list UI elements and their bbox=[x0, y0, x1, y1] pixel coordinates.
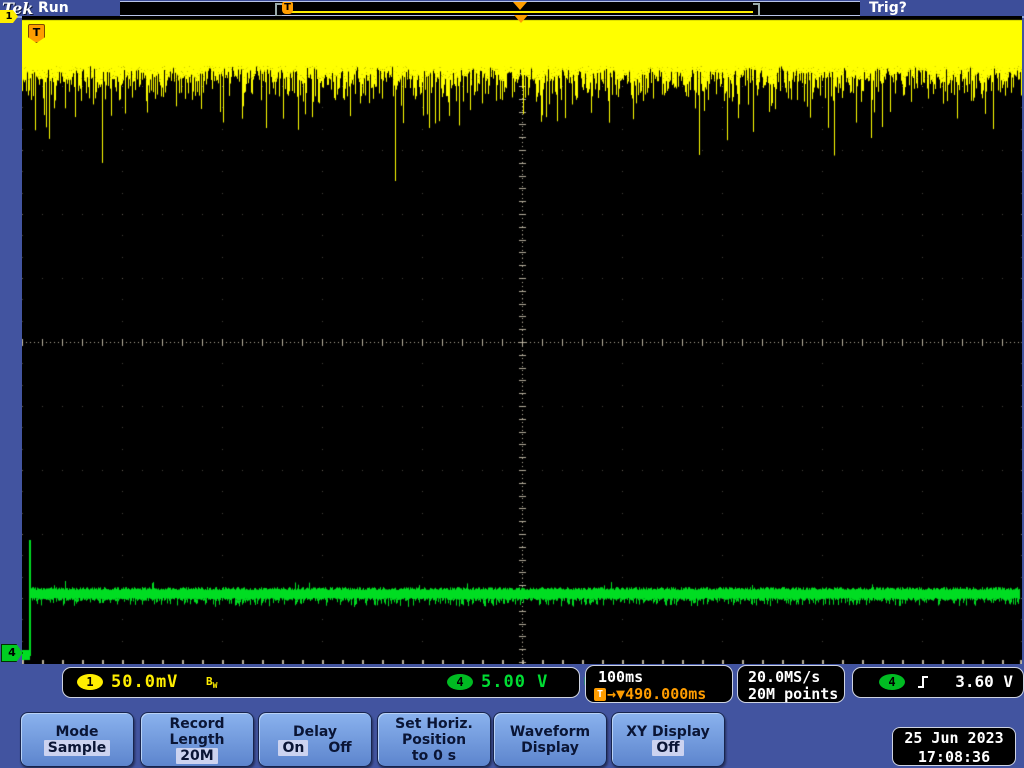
delay-off-option[interactable]: Off bbox=[328, 740, 351, 756]
trigger-source-badge: 4 bbox=[879, 674, 905, 690]
menu-label: Record bbox=[169, 716, 224, 732]
acquisition-readout-box: 20.0MS/s 20M points bbox=[737, 665, 845, 703]
horizontal-delay-readout: T→▼490.000ms bbox=[594, 685, 706, 703]
record-points-readout: 20M points bbox=[748, 685, 838, 703]
trigger-t-marker: T bbox=[282, 2, 293, 14]
date-readout: 25 Jun 2023 bbox=[893, 729, 1015, 748]
trigger-position-icon bbox=[514, 15, 528, 23]
acquisition-status: Run bbox=[38, 0, 69, 16]
menu-value: Off bbox=[652, 740, 683, 756]
menu-value: 20M bbox=[176, 748, 217, 764]
datetime-box: 25 Jun 2023 17:08:36 bbox=[892, 727, 1016, 766]
menu-label: to 0 s bbox=[412, 748, 456, 764]
record-bracket-right bbox=[753, 3, 760, 17]
menu-button-record-length[interactable]: Record Length 20M bbox=[140, 712, 254, 767]
menu-button-delay[interactable]: Delay On Off bbox=[258, 712, 372, 767]
menu-value: Sample bbox=[44, 740, 110, 756]
trigger-status: Trig? bbox=[869, 0, 907, 16]
channel-readout-box: 1 50.0mV BW 4 5.00 V BW bbox=[62, 667, 580, 698]
menu-label: Set Horiz. bbox=[395, 716, 473, 732]
menu-label: Waveform bbox=[510, 724, 590, 740]
triangle-icon: ▼ bbox=[616, 685, 625, 703]
delay-on-option[interactable]: On bbox=[278, 740, 308, 756]
sample-rate-readout: 20.0MS/s bbox=[748, 668, 820, 686]
menu-button-mode[interactable]: Mode Sample bbox=[20, 712, 134, 767]
waveform-canvas bbox=[22, 16, 1022, 664]
arrow-icon: → bbox=[607, 685, 616, 703]
menu-label: Length bbox=[169, 732, 224, 748]
menu-label: XY Display bbox=[626, 724, 710, 740]
ch1-scale-readout: 50.0mV bbox=[111, 672, 178, 692]
acquisition-preview-bar: T bbox=[120, 1, 860, 16]
waveform-display-area: T 1 4 bbox=[22, 16, 1022, 664]
ch4-badge: 4 bbox=[447, 674, 473, 690]
ch1-bandwidth-icon: BW bbox=[206, 675, 217, 690]
menu-button-waveform-display[interactable]: Waveform Display bbox=[493, 712, 607, 767]
menu-label: Display bbox=[521, 740, 579, 756]
record-bracket-left bbox=[275, 3, 282, 17]
record-extent-line bbox=[283, 11, 753, 13]
menu-label: Delay bbox=[293, 724, 337, 740]
trigger-position-icon bbox=[513, 2, 527, 10]
rising-edge-icon bbox=[915, 674, 931, 690]
trigger-readout-box: 4 3.60 V bbox=[852, 667, 1024, 698]
horizontal-scale-readout: 100ms bbox=[598, 668, 643, 686]
menu-button-set-horizontal-position[interactable]: Set Horiz. Position to 0 s bbox=[377, 712, 491, 767]
menu-label: Mode bbox=[55, 724, 98, 740]
menu-button-xy-display[interactable]: XY Display Off bbox=[611, 712, 725, 767]
ch4-scale-readout: 5.00 V bbox=[481, 672, 548, 692]
ch1-badge: 1 bbox=[77, 674, 103, 690]
menu-label: Position bbox=[402, 732, 466, 748]
oscilloscope-screen: Tek Run T Trig? T 1 4 1 50.0mV BW 4 5.00… bbox=[0, 0, 1024, 768]
trigger-t-icon: T bbox=[594, 688, 606, 701]
trigger-level-readout: 3.60 V bbox=[955, 672, 1013, 691]
time-readout: 17:08:36 bbox=[893, 748, 1015, 767]
horizontal-readout-box: 100ms T→▼490.000ms bbox=[585, 665, 733, 703]
ch4-position-marker: 4 bbox=[1, 644, 23, 662]
